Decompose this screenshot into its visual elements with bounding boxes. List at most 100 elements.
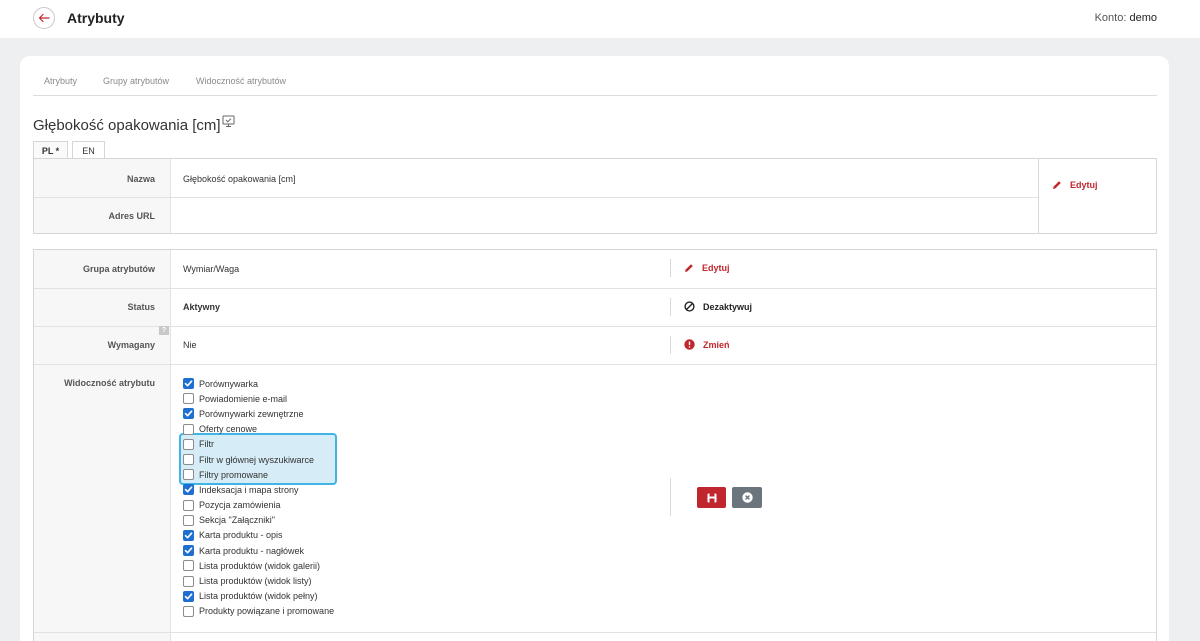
checkbox-unchecked[interactable] xyxy=(183,469,194,481)
visibility-option-label: Lista produktów (widok pełny) xyxy=(199,591,318,602)
edit-name-button[interactable]: Edytuj xyxy=(1052,180,1098,190)
close-circle-icon xyxy=(741,492,753,503)
name-value: Głębokość opakowania [cm] xyxy=(183,174,296,184)
visibility-option[interactable]: Indeksacja i mapa strony xyxy=(183,482,334,497)
check-icon xyxy=(184,547,193,554)
tab-lang-en[interactable]: EN xyxy=(72,141,105,159)
tab-attribute-visibility[interactable]: Widoczność atrybutów xyxy=(196,76,286,86)
floppy-disk-icon xyxy=(707,493,716,502)
visibility-option[interactable]: Sekcja "Załączniki" xyxy=(183,513,334,528)
visibility-option[interactable]: Filtr w głównej wyszukiwarce xyxy=(183,452,334,467)
name-label: Nazwa xyxy=(126,174,155,184)
visibility-option[interactable]: Produkty powiązane i promowane xyxy=(183,604,334,619)
pencil-icon xyxy=(685,264,693,272)
row-divider xyxy=(34,364,1156,365)
column-divider xyxy=(670,259,671,277)
visibility-checkbox-list: Porównywarka Powiadomienie e-mail Porównyw… xyxy=(183,376,334,619)
account-label: Konto: xyxy=(1094,12,1127,24)
ban-icon xyxy=(684,301,695,312)
label-column xyxy=(34,159,171,233)
visibility-option-label: Karta produktu - nagłówek xyxy=(199,545,305,556)
visibility-option-label: Filtr w głównej wyszukiwarce xyxy=(199,454,315,465)
required-value: Nie xyxy=(183,340,197,350)
check-icon xyxy=(184,593,193,600)
checkbox-unchecked[interactable] xyxy=(183,454,194,466)
checkbox-unchecked[interactable] xyxy=(183,499,194,511)
visibility-option-label: Sekcja "Załączniki" xyxy=(199,515,275,526)
checkbox-unchecked[interactable] xyxy=(183,560,194,572)
visibility-option-label: Filtry promowane xyxy=(199,469,269,480)
group-label: Grupa atrybutów xyxy=(82,264,155,274)
checkbox-checked[interactable] xyxy=(183,408,194,420)
group-value: Wymiar/Waga xyxy=(183,264,240,274)
save-button[interactable] xyxy=(697,487,726,508)
attribute-title: Głębokość opakowania [cm] xyxy=(33,117,221,134)
tab-attributes[interactable]: Atrybuty xyxy=(44,76,77,86)
visibility-option[interactable]: Lista produktów (widok pełny) xyxy=(183,589,334,604)
row-divider xyxy=(34,288,1156,289)
tab-attribute-groups[interactable]: Grupy atrybutów xyxy=(103,76,169,86)
checkbox-unchecked[interactable] xyxy=(183,438,194,450)
checkbox-unchecked[interactable] xyxy=(183,575,194,587)
visibility-option-label: Produkty powiązane i promowane xyxy=(199,606,335,617)
column-divider xyxy=(670,298,671,316)
column-divider xyxy=(670,336,671,354)
visibility-option-label: Porównywarki zewnętrzne xyxy=(199,408,304,419)
visibility-option[interactable]: Filtr xyxy=(183,437,334,452)
visibility-option-label: Powiadomienie e-mail xyxy=(199,393,288,404)
visibility-label: Widoczność atrybutu xyxy=(64,378,155,388)
visibility-option[interactable]: Powiadomienie e-mail xyxy=(183,391,334,406)
back-button[interactable] xyxy=(33,7,55,29)
visibility-option-label: Lista produktów (widok listy) xyxy=(199,576,312,587)
edit-group-label: Edytuj xyxy=(702,263,730,273)
tab-lang-pl[interactable]: PL * xyxy=(33,141,68,159)
account-info[interactable]: Konto: demo xyxy=(1095,12,1157,24)
pencil-icon xyxy=(1053,181,1061,189)
check-icon xyxy=(184,410,193,417)
visibility-option[interactable]: Filtry promowane xyxy=(183,467,334,482)
visibility-option[interactable]: Karta produktu - nagłówek xyxy=(183,543,334,558)
status-value: Aktywny xyxy=(183,302,221,312)
edit-name-label: Edytuj xyxy=(1070,180,1098,190)
visibility-option-label: Oferty cenowe xyxy=(199,424,258,435)
visibility-option[interactable]: Oferty cenowe xyxy=(183,422,334,437)
visibility-option[interactable]: Porównywarki zewnętrzne xyxy=(183,406,334,421)
visibility-option-label: Pozycja zamówienia xyxy=(199,500,281,511)
cancel-button[interactable] xyxy=(732,487,762,508)
checkbox-checked[interactable] xyxy=(183,545,194,557)
check-icon xyxy=(184,380,193,387)
visibility-option[interactable]: Pozycja zamówienia xyxy=(183,498,334,513)
url-label: Adres URL xyxy=(108,211,155,221)
visibility-option[interactable]: Karta produktu - opis xyxy=(183,528,334,543)
deactivate-label: Dezaktywuj xyxy=(703,301,753,312)
visibility-option[interactable]: Lista produktów (widok galerii) xyxy=(183,558,334,573)
checkbox-unchecked[interactable] xyxy=(183,393,194,405)
row-divider xyxy=(34,197,1038,198)
help-badge[interactable]: ? xyxy=(159,326,169,335)
checkbox-checked[interactable] xyxy=(183,590,194,602)
checkbox-checked[interactable] xyxy=(183,529,194,541)
deactivate-button[interactable]: Dezaktywuj xyxy=(684,301,752,312)
row-divider xyxy=(34,632,1156,633)
visibility-option-label: Indeksacja i mapa strony xyxy=(199,484,299,495)
edit-group-button[interactable]: Edytuj xyxy=(684,263,730,273)
visibility-option-label: Porównywarka xyxy=(199,378,259,389)
top-bar: Atrybuty Konto: demo xyxy=(0,0,1200,38)
visibility-option-label: Lista produktów (widok galerii) xyxy=(199,560,321,571)
account-name: demo xyxy=(1129,12,1157,24)
change-required-button[interactable]: Zmień xyxy=(684,339,730,350)
checkbox-unchecked[interactable] xyxy=(183,423,194,435)
monitor-check-icon[interactable] xyxy=(222,115,235,128)
checkbox-unchecked[interactable] xyxy=(183,514,194,526)
status-label: Status xyxy=(127,302,155,312)
visibility-option[interactable]: Lista produktów (widok listy) xyxy=(183,573,334,588)
checkbox-unchecked[interactable] xyxy=(183,605,194,617)
visibility-option[interactable]: Porównywarka xyxy=(183,376,334,391)
name-url-panel xyxy=(33,158,1157,234)
row-divider xyxy=(34,326,1156,327)
alert-circle-icon xyxy=(684,339,695,350)
checkbox-checked[interactable] xyxy=(183,484,194,496)
check-icon xyxy=(184,532,193,539)
checkbox-checked[interactable] xyxy=(183,378,194,390)
tabs-divider xyxy=(33,95,1157,96)
